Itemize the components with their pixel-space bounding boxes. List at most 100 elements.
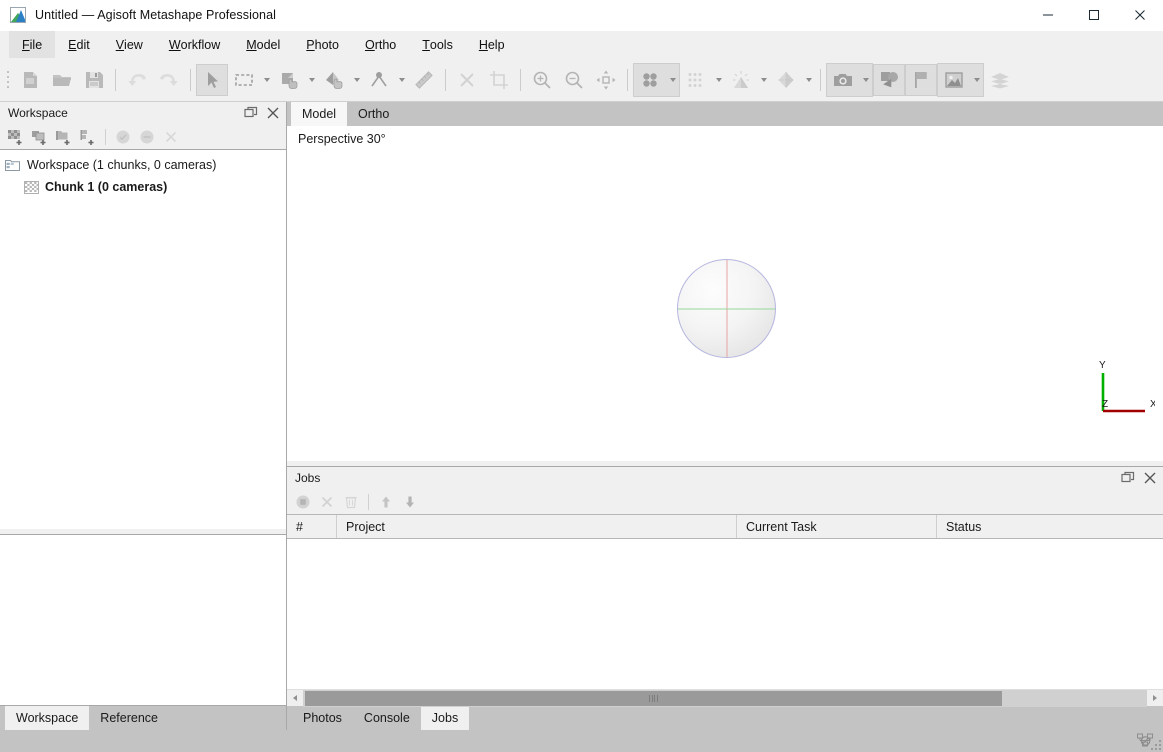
crop-selection-button[interactable] [483,64,515,96]
scroll-left-arrow-icon[interactable] [287,690,303,707]
tab-workspace[interactable]: Workspace [5,706,90,730]
add-folder-button[interactable] [52,126,76,148]
delete-job-button[interactable] [339,491,363,513]
undo-button[interactable] [121,64,153,96]
move-job-up-button[interactable] [374,491,398,513]
chevron-down-icon[interactable] [395,64,408,96]
reset-view-button[interactable] [590,64,622,96]
workspace-tree[interactable]: Workspace (1 chunks, 0 cameras) Chunk 1 … [0,149,286,529]
svg-text:Y: Y [1099,360,1106,371]
free-form-selection-group [273,64,318,96]
tab-ortho[interactable]: Ortho [347,102,400,126]
jobs-close-button[interactable] [1142,470,1158,486]
show-shapes-button[interactable] [873,63,905,96]
tab-model[interactable]: Model [291,102,348,126]
add-chunk-button[interactable] [4,126,28,148]
chevron-down-icon[interactable] [757,64,770,96]
left-dock-secondary-panel [0,534,286,706]
resize-grip-icon[interactable] [1148,737,1161,750]
svg-text:Z: Z [1102,399,1108,410]
chevron-down-icon[interactable] [305,64,318,96]
tab-reference[interactable]: Reference [89,706,169,730]
chevron-down-icon[interactable] [260,64,273,96]
show-point-cloud-button[interactable] [680,64,712,96]
workspace-close-button[interactable] [265,105,281,121]
redo-button[interactable] [153,64,185,96]
show-tie-points-button[interactable] [634,64,666,96]
tab-console[interactable]: Console [353,706,421,730]
show-markers-button[interactable] [905,63,937,96]
scroll-right-arrow-icon[interactable] [1147,690,1163,707]
jobs-float-button[interactable] [1120,470,1136,486]
window-controls [1025,0,1163,31]
free-form-selection-button[interactable] [273,64,305,96]
zoom-in-button[interactable] [526,64,558,96]
shape-selection-group [318,64,363,96]
toolbar-drag-handle[interactable] [3,66,12,94]
menu-help[interactable]: Help [466,31,518,58]
menu-model[interactable]: Model [233,31,293,58]
save-project-button[interactable] [78,64,110,96]
show-images-button[interactable] [938,64,970,96]
show-model-textured-button[interactable] [770,64,802,96]
cancel-job-button[interactable] [315,491,339,513]
toolbar-separator [445,68,446,91]
minimize-button[interactable] [1025,0,1071,31]
jobs-table-body[interactable] [287,539,1163,689]
show-cameras-button[interactable] [827,64,859,96]
jobs-table-header: # Project Current Task Status [287,514,1163,539]
close-button[interactable] [1117,0,1163,31]
scrollbar-thumb[interactable] [305,690,1002,706]
tab-photos[interactable]: Photos [292,706,353,730]
stop-job-button[interactable] [291,491,315,513]
tree-label-workspace-root: Workspace (1 chunks, 0 cameras) [27,158,217,172]
workspace-float-button[interactable] [243,105,259,121]
chevron-down-icon[interactable] [350,64,363,96]
menu-file[interactable]: File [9,31,56,58]
rectangle-selection-button[interactable] [228,64,260,96]
tab-jobs[interactable]: Jobs [420,706,470,730]
tree-row-chunk-1[interactable]: Chunk 1 (0 cameras) [0,176,286,198]
enable-button[interactable] [111,126,135,148]
tree-row-workspace-root[interactable]: Workspace (1 chunks, 0 cameras) [0,154,286,176]
new-project-button[interactable] [14,64,46,96]
jobs-horizontal-scrollbar[interactable] [287,689,1163,707]
disable-button[interactable] [135,126,159,148]
jobs-column-current-task[interactable]: Current Task [737,515,937,538]
chevron-down-icon[interactable] [859,64,872,96]
jobs-column-status[interactable]: Status [937,515,1163,538]
maximize-button[interactable] [1071,0,1117,31]
scrollbar-track[interactable] [303,689,1147,707]
chevron-down-icon[interactable] [666,64,679,96]
open-project-button[interactable] [46,64,78,96]
jobs-column-project[interactable]: Project [337,515,737,538]
menu-tools[interactable]: Tools [409,31,466,58]
layers-button[interactable] [984,64,1016,96]
remove-items-button[interactable] [159,126,183,148]
menu-photo[interactable]: Photo [293,31,352,58]
move-job-down-button[interactable] [398,491,422,513]
navigation-sphere[interactable] [677,259,776,358]
delete-selection-button[interactable] [451,64,483,96]
axis-gizmo: Y X Z [1093,357,1157,419]
zoom-out-button[interactable] [558,64,590,96]
menu-ortho[interactable]: Ortho [352,31,409,58]
menu-edit[interactable]: Edit [55,31,103,58]
show-model-shaded-button[interactable] [725,64,757,96]
chevron-down-icon[interactable] [802,64,815,96]
chevron-down-icon[interactable] [712,64,725,96]
ruler-button[interactable] [408,64,440,96]
model-viewport[interactable]: Perspective 30° Y X Z [287,126,1163,461]
shape-selection-button[interactable] [318,64,350,96]
draw-polyline-button[interactable] [363,64,395,96]
jobs-column-index[interactable]: # [287,515,337,538]
add-photos-button[interactable] [28,126,52,148]
navigation-tool-button[interactable] [196,63,228,96]
add-markers-button[interactable] [76,126,100,148]
show-images-group [937,62,984,97]
menu-view[interactable]: View [103,31,156,58]
chevron-down-icon[interactable] [970,64,983,96]
jobs-panel-buttons [1120,470,1163,486]
menu-workflow[interactable]: Workflow [156,31,233,58]
toolbar-separator [627,68,628,91]
